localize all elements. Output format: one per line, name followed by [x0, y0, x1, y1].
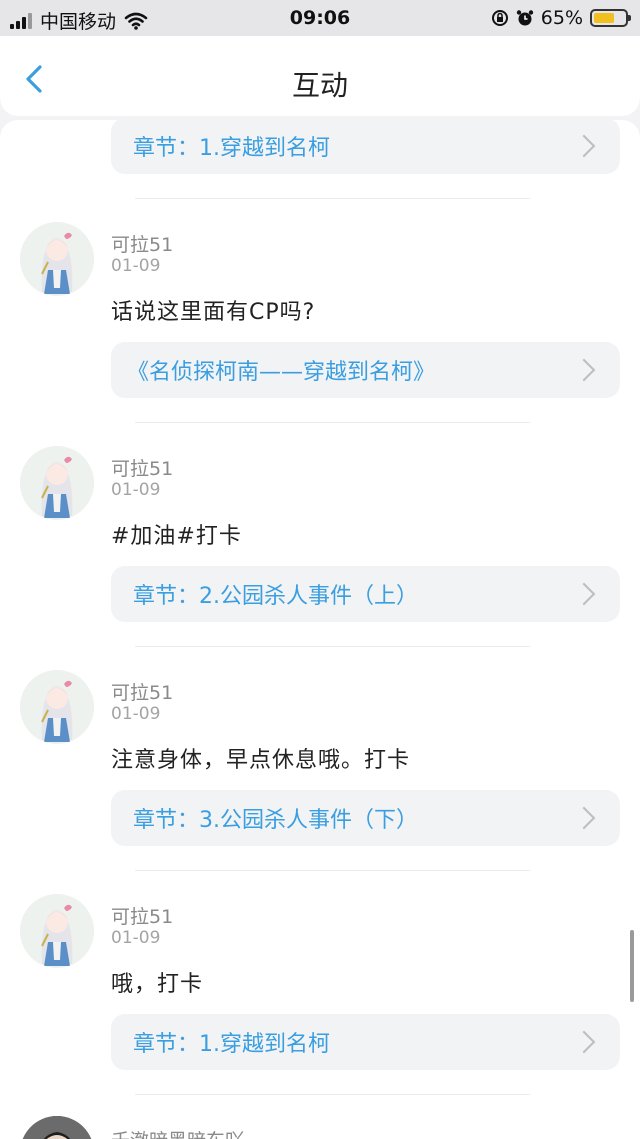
alarm-icon — [516, 10, 533, 26]
post-date: 01-09 — [111, 704, 161, 724]
username[interactable]: 可拉51 — [111, 902, 173, 929]
username[interactable]: 可拉51 — [111, 678, 173, 705]
chapter-link-card[interactable]: 章节：3.公园杀人事件（下） — [111, 790, 620, 846]
battery-fill — [594, 13, 614, 23]
chevron-right-icon — [572, 358, 596, 382]
chevron-right-icon — [572, 582, 596, 606]
person-avatar-icon — [20, 1116, 94, 1139]
nav-header: 互动 — [0, 36, 640, 116]
username[interactable]: 千澈暗黑暗东吖 — [111, 1126, 244, 1139]
anime-avatar-icon — [20, 670, 94, 744]
book-link-card[interactable]: 《名侦探柯南——穿越到名柯》 — [111, 342, 620, 398]
chapter-link-card[interactable]: 章节：2.公园杀人事件（上） — [111, 566, 620, 622]
chevron-right-icon — [572, 806, 596, 830]
divider — [135, 1094, 530, 1095]
post-date: 01-09 — [111, 928, 161, 948]
chevron-right-icon — [572, 1030, 596, 1054]
divider — [135, 422, 530, 423]
status-right: 65% — [491, 7, 631, 29]
chevron-right-icon — [572, 134, 596, 158]
anime-avatar-icon — [20, 446, 94, 520]
interaction-list[interactable]: 章节：1.穿越到名柯 可拉51 01-09 话说这里面有CP吗? 《名侦探柯南—… — [0, 120, 640, 1139]
post-text: 哦，打卡 — [111, 972, 204, 997]
battery-percent: 65% — [540, 7, 583, 29]
post-text: #加油#打卡 — [111, 524, 242, 549]
username[interactable]: 可拉51 — [111, 230, 173, 257]
chapter-link-label: 章节：1.穿越到名柯 — [133, 1032, 330, 1057]
status-bar: 中国移动 09:06 65% — [0, 0, 640, 36]
chapter-link-card[interactable]: 章节：1.穿越到名柯 — [111, 1014, 620, 1070]
avatar[interactable] — [20, 894, 94, 968]
anime-avatar-icon — [20, 222, 94, 296]
chapter-link-label: 章节：3.公园杀人事件（下） — [133, 808, 418, 833]
divider — [135, 646, 530, 647]
chapter-link-card[interactable]: 章节：1.穿越到名柯 — [111, 120, 620, 174]
post-date: 01-09 — [111, 256, 161, 276]
chapter-link-label: 章节：2.公园杀人事件（上） — [133, 584, 418, 609]
post-text: 话说这里面有CP吗? — [111, 300, 316, 325]
rotation-lock-icon — [491, 10, 508, 26]
scrollbar[interactable] — [630, 930, 634, 1002]
page-title: 互动 — [291, 69, 348, 102]
chapter-link-label: 章节：1.穿越到名柯 — [133, 136, 330, 161]
anime-avatar-icon — [20, 894, 94, 968]
post-text: 注意身体，早点休息哦。打卡 — [111, 748, 411, 773]
avatar[interactable] — [20, 222, 94, 296]
battery-icon — [590, 9, 631, 27]
avatar[interactable] — [20, 446, 94, 520]
divider — [135, 198, 530, 199]
post-date: 01-09 — [111, 480, 161, 500]
avatar[interactable] — [20, 1116, 94, 1139]
avatar[interactable] — [20, 670, 94, 744]
username[interactable]: 可拉51 — [111, 454, 173, 481]
book-link-label: 《名侦探柯南——穿越到名柯》 — [127, 360, 436, 385]
divider — [135, 870, 530, 871]
